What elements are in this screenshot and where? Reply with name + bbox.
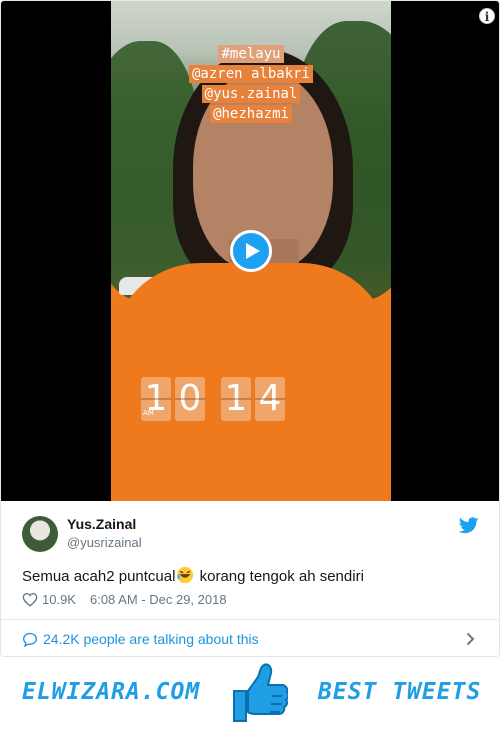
like-count[interactable]: 10.9K	[42, 592, 76, 607]
info-icon[interactable]: i	[479, 8, 495, 24]
video-tag: #melayu	[218, 45, 284, 63]
conversation-label: 24.2K people are talking about this	[43, 631, 259, 647]
play-icon	[245, 243, 260, 259]
embedded-tweet-card: #melayu @azren albakri @yus.zainal @hezh…	[0, 0, 500, 657]
video-tag: @azren albakri	[188, 65, 313, 83]
clock-minute-tens: 1	[221, 377, 251, 421]
tweet-body: Yus.Zainal @yusrizainal Semua acah2 punt…	[1, 501, 499, 619]
tweet-timestamp[interactable]: 6:08 AM - Dec 29, 2018	[90, 592, 227, 607]
tweet-text-end: korang tengok ah sendiri	[195, 568, 364, 585]
flip-clock-sticker: AM 1 0 1 4	[141, 377, 285, 421]
video-media[interactable]: #melayu @azren albakri @yus.zainal @hezh…	[1, 1, 499, 501]
best-tweets-label: BEST TWEETS	[318, 679, 482, 705]
heart-icon[interactable]	[22, 592, 38, 607]
clock-hour-ones: 0	[175, 377, 205, 421]
tweet-meta: 10.9K 6:08 AM - Dec 29, 2018	[22, 592, 227, 607]
rolling-laughing-emoji-icon	[177, 566, 194, 584]
play-button[interactable]	[230, 230, 272, 272]
author-handle[interactable]: @yusrizainal	[67, 535, 142, 550]
tweet-text: Semua acah2 puntcual korang tengok ah se…	[22, 566, 364, 587]
avatar[interactable]	[22, 516, 58, 552]
thumbs-up-icon	[233, 663, 288, 722]
site-name[interactable]: ELWIZARA.COM	[22, 679, 200, 705]
clock-hour-digit-2: 0	[178, 378, 202, 419]
site-banner: ELWIZARA.COM BEST TWEETS	[0, 657, 500, 730]
video-tag: @yus.zainal	[201, 85, 301, 103]
conversation-link[interactable]: 24.2K people are talking about this	[1, 619, 499, 656]
video-tags: #melayu @azren albakri @yus.zainal @hezh…	[111, 45, 391, 123]
clock-ampm: AM	[143, 409, 154, 417]
tweet-text-start: Semua acah2 puntcual	[22, 568, 176, 585]
video-tag: @hezhazmi	[210, 105, 292, 123]
speech-bubble-icon	[22, 632, 38, 647]
clock-minute-digit-2: 4	[258, 378, 282, 419]
chevron-right-icon	[466, 632, 475, 646]
author-name[interactable]: Yus.Zainal	[67, 516, 136, 532]
clock-minute-ones: 4	[255, 377, 285, 421]
clock-minute-digit-1: 1	[224, 378, 248, 419]
clock-hour-tens: AM 1	[141, 377, 171, 421]
twitter-bird-icon[interactable]	[459, 517, 479, 534]
